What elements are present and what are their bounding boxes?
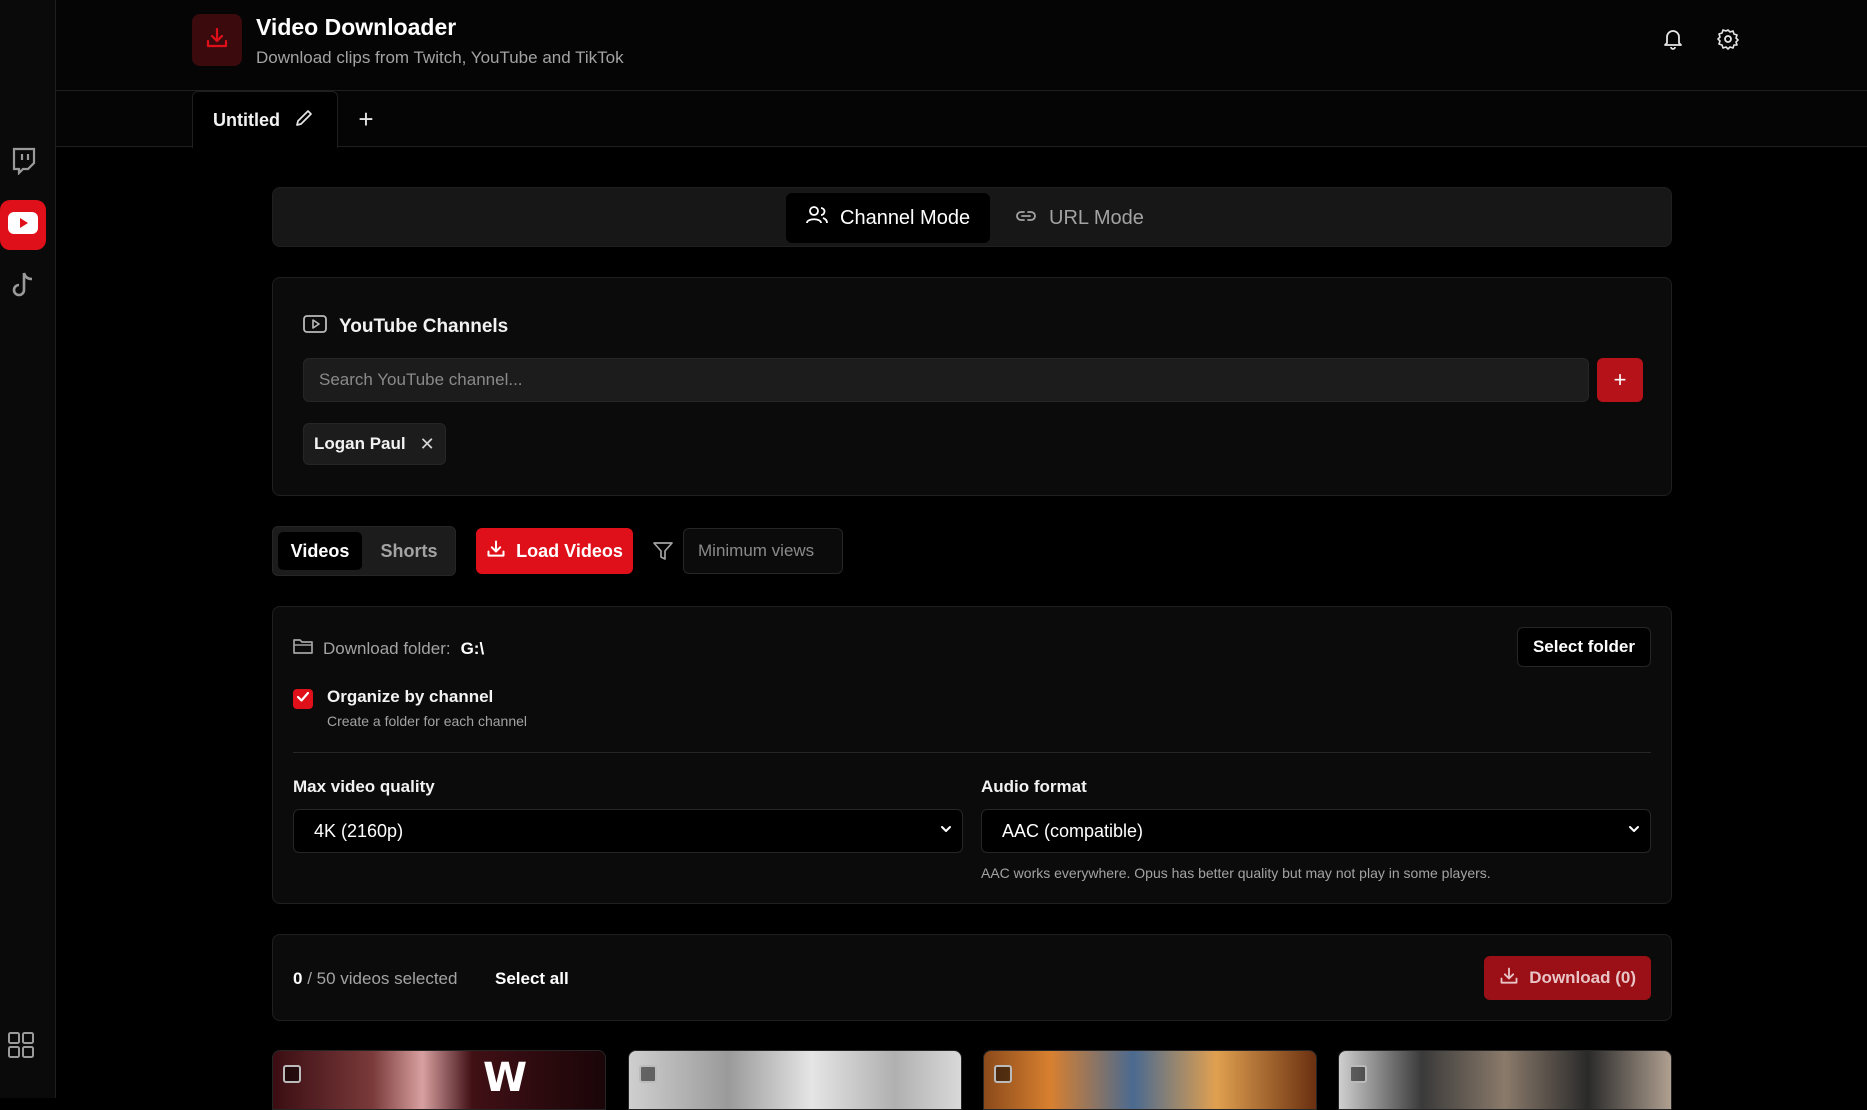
folder-label: Download folder: xyxy=(323,638,451,658)
audio-hint: AAC works everywhere. Opus has better qu… xyxy=(981,865,1491,881)
video-checkbox[interactable] xyxy=(1349,1065,1367,1083)
audio-select[interactable]: AAC (compatible) xyxy=(981,809,1651,853)
apps-grid-icon[interactable] xyxy=(8,1032,34,1063)
twitch-icon xyxy=(10,147,36,180)
filter-icon xyxy=(650,538,676,564)
download-button[interactable]: Download (0) xyxy=(1484,956,1651,1000)
video-card[interactable]: W xyxy=(272,1050,606,1110)
content-type-toggle: Videos Shorts xyxy=(272,526,456,576)
audio-value: AAC (compatible) xyxy=(1002,820,1144,841)
youtube-platform-button[interactable] xyxy=(0,200,46,250)
wwe-logo-icon: W xyxy=(483,1055,527,1101)
mode-switch: Channel Mode URL Mode xyxy=(272,187,1672,247)
url-mode-button[interactable]: URL Mode xyxy=(995,193,1164,243)
app-logo xyxy=(192,14,242,66)
download-icon xyxy=(486,539,506,564)
audio-label: Audio format xyxy=(981,777,1087,796)
bell-icon[interactable] xyxy=(1660,26,1686,52)
video-card[interactable] xyxy=(983,1050,1317,1110)
platform-sidebar xyxy=(0,0,56,1098)
app-header: Video Downloader Download clips from Twi… xyxy=(56,0,1867,91)
selection-count: 0 / 50 videos selected xyxy=(293,969,457,989)
selected-total: / 50 videos selected xyxy=(307,969,458,988)
channel-search-input[interactable] xyxy=(303,358,1589,402)
videos-tab[interactable]: Videos xyxy=(278,532,362,570)
chevron-down-icon xyxy=(938,821,954,842)
channel-mode-button[interactable]: Channel Mode xyxy=(786,193,991,243)
app-title: Video Downloader xyxy=(256,14,457,40)
quality-label: Max video quality xyxy=(293,777,435,796)
users-icon xyxy=(806,205,828,231)
add-tab-button[interactable]: + xyxy=(352,103,380,134)
tab-label: Untitled xyxy=(213,109,280,130)
download-label: Download (0) xyxy=(1529,968,1636,987)
tab-untitled[interactable]: Untitled xyxy=(192,91,338,148)
check-icon xyxy=(296,690,310,709)
video-checkbox[interactable] xyxy=(283,1065,301,1083)
divider xyxy=(293,752,1651,753)
gear-icon[interactable] xyxy=(1715,26,1741,52)
channel-mode-label: Channel Mode xyxy=(840,206,971,229)
load-videos-label: Load Videos xyxy=(516,540,623,561)
download-icon xyxy=(1499,966,1519,991)
organize-title: Organize by channel xyxy=(327,687,494,706)
channel-chip-label: Logan Paul xyxy=(314,434,406,453)
plus-icon: + xyxy=(1613,367,1627,392)
video-card[interactable] xyxy=(1338,1050,1672,1110)
quality-select[interactable]: 4K (2160p) xyxy=(293,809,963,853)
tab-bar: Untitled + xyxy=(56,91,1867,148)
tiktok-icon xyxy=(11,271,35,304)
app-subtitle: Download clips from Twitch, YouTube and … xyxy=(256,48,624,67)
organize-checkbox[interactable] xyxy=(293,689,313,709)
shorts-tab[interactable]: Shorts xyxy=(369,532,449,570)
download-icon xyxy=(205,26,229,55)
add-channel-button[interactable]: + xyxy=(1597,358,1643,402)
twitch-platform-button[interactable] xyxy=(0,138,46,188)
download-settings-panel: Download folder: G:\ Select folder Organ… xyxy=(272,606,1672,904)
tiktok-platform-button[interactable] xyxy=(0,262,46,312)
folder-path: G:\ xyxy=(460,638,485,658)
select-folder-button[interactable]: Select folder xyxy=(1516,627,1651,667)
pencil-icon[interactable] xyxy=(294,108,314,133)
selection-bar: 0 / 50 videos selected Select all Downlo… xyxy=(272,934,1672,1021)
organize-subtitle: Create a folder for each channel xyxy=(327,713,528,729)
channel-chip: Logan Paul ✕ xyxy=(303,423,446,465)
youtube-icon xyxy=(8,211,38,239)
video-card[interactable] xyxy=(628,1050,962,1110)
load-videos-button[interactable]: Load Videos xyxy=(476,528,633,574)
remove-chip-icon[interactable]: ✕ xyxy=(420,434,435,455)
selected-count: 0 xyxy=(293,969,303,988)
channels-heading: YouTube Channels xyxy=(303,314,508,340)
quality-value: 4K (2160p) xyxy=(314,820,404,841)
chevron-down-icon xyxy=(1626,821,1642,842)
channels-title: YouTube Channels xyxy=(339,316,509,337)
folder-icon xyxy=(293,637,313,660)
plus-icon: + xyxy=(358,103,374,134)
video-frame-icon xyxy=(303,314,327,340)
channels-panel: YouTube Channels + Logan Paul ✕ xyxy=(272,277,1672,496)
url-mode-label: URL Mode xyxy=(1049,206,1144,229)
select-all-button[interactable]: Select all xyxy=(495,969,569,989)
video-checkbox[interactable] xyxy=(639,1065,657,1083)
download-folder-row: Download folder: G:\ xyxy=(293,637,484,660)
video-checkbox[interactable] xyxy=(994,1065,1012,1083)
link-icon xyxy=(1015,207,1037,230)
min-views-input[interactable] xyxy=(683,528,843,574)
